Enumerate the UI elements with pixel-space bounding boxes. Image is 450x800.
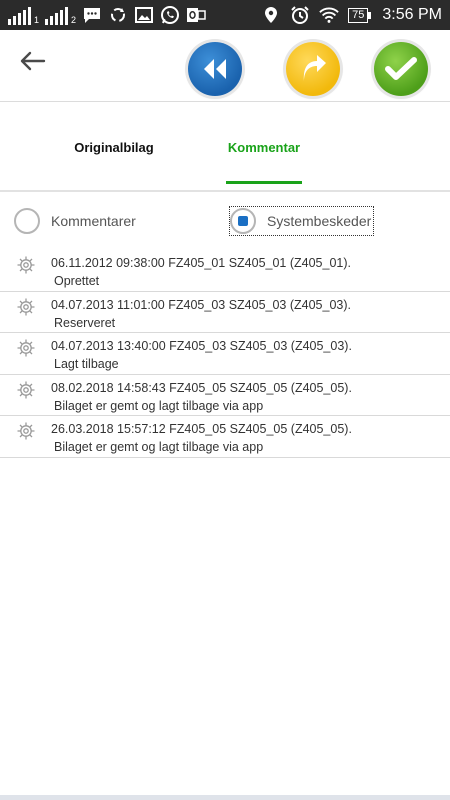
gear-icon [16,421,36,441]
sim2-label: 2 [71,15,77,25]
arrow-left-icon [20,51,46,71]
list-item[interactable]: 04.07.2013 11:01:00 FZ405_03 SZ405_03 (Z… [0,292,450,333]
tab-originalbilag[interactable]: Originalbilag [72,140,156,155]
system-message-list: 06.11.2012 09:38:00 FZ405_01 SZ405_01 (Z… [0,250,450,458]
sim1-label: 1 [34,15,40,25]
signal-sim1-icon: 1 [8,7,39,25]
forward-button[interactable] [286,42,340,96]
log-header: 06.11.2012 09:38:00 FZ405_01 SZ405_01 (Z… [51,256,351,270]
list-item[interactable]: 04.07.2013 13:40:00 FZ405_03 SZ405_03 (Z… [0,333,450,375]
log-header: 04.07.2013 13:40:00 FZ405_03 SZ405_03 (Z… [51,339,352,353]
gear-icon [16,297,36,316]
whatsapp-icon [160,5,180,25]
location-icon [261,5,281,25]
alarm-icon [290,5,310,25]
battery-level: 75 [348,7,369,23]
list-item[interactable]: 08.02.2018 14:58:43 FZ405_05 SZ405_05 (Z… [0,375,450,416]
radio-kommentarer-label: Kommentarer [51,213,136,229]
toolbar [0,30,450,102]
log-header: 26.03.2018 15:57:12 FZ405_05 SZ405_05 (Z… [51,422,352,436]
tab-kommentar[interactable]: Kommentar [226,140,302,155]
message-filter: Kommentarer Systembeskeder [0,204,450,238]
outlook-icon [186,5,206,25]
log-message: Lagt tilbage [54,357,119,371]
list-item[interactable]: 06.11.2012 09:38:00 FZ405_01 SZ405_01 (Z… [0,250,450,292]
list-item[interactable]: 26.03.2018 15:57:12 FZ405_05 SZ405_05 (Z… [0,416,450,458]
radio-checked-icon [230,208,256,234]
sync-icon [108,5,128,25]
wifi-icon [319,5,339,25]
back-button[interactable] [18,46,48,76]
log-message: Bilaget er gemt og lagt tilbage via app [54,398,264,413]
radio-unchecked-icon [14,208,40,234]
message-icon [82,5,102,25]
log-header: 08.02.2018 14:58:43 FZ405_05 SZ405_05 (Z… [51,380,352,395]
checkmark-icon [385,57,417,80]
curved-arrow-right-icon [303,55,326,81]
rewind-button[interactable] [188,42,242,96]
double-chevron-left-icon [204,59,226,79]
bottom-edge [0,795,450,800]
confirm-button[interactable] [374,42,428,96]
log-header: 04.07.2013 11:01:00 FZ405_03 SZ405_03 (Z… [51,297,351,312]
radio-kommentarer[interactable]: Kommentarer [14,206,136,236]
log-message: Bilaget er gemt og lagt tilbage via app [54,440,264,454]
log-message: Oprettet [54,274,100,288]
gear-icon [16,338,36,358]
active-tab-indicator [226,181,302,184]
gear-icon [16,255,36,275]
signal-sim2-icon: 2 [45,7,76,25]
gear-icon [16,380,36,399]
log-message: Reserveret [54,315,116,330]
battery-icon: 75 [348,7,372,23]
radio-systembeskeder[interactable]: Systembeskeder [229,206,375,236]
gallery-icon [134,5,154,25]
radio-systembeskeder-label: Systembeskeder [267,213,372,229]
tab-bar: Originalbilag Kommentar [0,102,450,192]
status-bar: 1 2 75 3:56 PM [0,0,450,30]
clock: 3:56 PM [382,6,442,23]
